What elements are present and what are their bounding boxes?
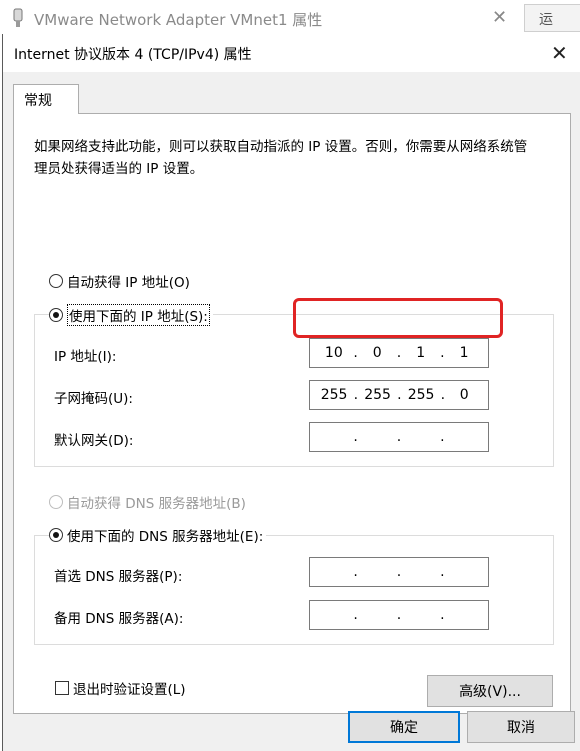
background-side-button[interactable]: 运 <box>524 4 580 32</box>
ip-dot: . <box>396 607 402 623</box>
ip-dot: . <box>396 345 402 361</box>
ip-dot: . <box>397 387 402 403</box>
auto-dns-option[interactable]: 自动获得 DNS 服务器地址(B) <box>49 492 246 512</box>
mask-octet-3: 255 <box>407 387 435 403</box>
ip-dot: . <box>440 429 445 445</box>
auto-dns-radio[interactable] <box>49 495 63 509</box>
validate-checkbox[interactable] <box>55 681 69 695</box>
ok-button[interactable]: 确定 <box>348 711 460 743</box>
manual-ip-radio[interactable] <box>49 308 63 322</box>
ip-dot: . <box>353 564 358 580</box>
subnet-mask-field[interactable]: 255. 255. 255. 0 <box>309 380 489 410</box>
alternate-dns-label: 备用 DNS 服务器(A): <box>54 611 184 627</box>
network-adapter-icon <box>13 8 23 27</box>
ip-dot: . <box>440 387 446 403</box>
ip-dot: . <box>396 564 402 580</box>
auto-ip-option[interactable]: 自动获得 IP 地址(O) <box>49 271 190 291</box>
dialog-titlebar: Internet 协议版本 4 (TCP/IPv4) 属性 ✕ <box>3 34 580 72</box>
ip-dot: . <box>440 607 445 623</box>
ip-dot: . <box>440 345 445 361</box>
subnet-mask-label: 子网掩码(U): <box>54 391 133 407</box>
default-gateway-field[interactable]: . . . <box>309 422 489 452</box>
auto-ip-radio[interactable] <box>49 274 63 288</box>
validate-option[interactable]: 退出时验证设置(L) <box>55 678 186 698</box>
ip-dot: . <box>440 564 445 580</box>
alternate-dns-field[interactable]: . . . <box>309 600 489 630</box>
manual-ip-option[interactable]: 使用下面的 IP 地址(S): <box>49 304 213 326</box>
mask-octet-2: 255 <box>364 387 391 403</box>
manual-dns-radio[interactable] <box>49 528 63 542</box>
manual-dns-option[interactable]: 使用下面的 DNS 服务器地址(E): <box>49 525 267 545</box>
ip-octet-1: 10 <box>324 345 343 361</box>
ip-octet-2: 0 <box>372 345 382 361</box>
preferred-dns-field[interactable]: . . . <box>309 557 489 587</box>
ip-octet-4: 1 <box>459 345 469 361</box>
cancel-button[interactable]: 取消 <box>467 711 575 743</box>
ip-dot: . <box>353 607 358 623</box>
mask-octet-4: 0 <box>459 387 469 403</box>
ip-dot: . <box>353 345 358 361</box>
mask-octet-1: 255 <box>320 387 348 403</box>
auto-ip-label: 自动获得 IP 地址(O) <box>67 275 190 291</box>
close-icon[interactable]: ✕ <box>551 41 568 65</box>
default-gateway-label: 默认网关(D): <box>54 433 134 449</box>
background-close-icon[interactable]: ✕ <box>492 7 507 28</box>
advanced-button[interactable]: 高级(V)... <box>427 675 553 707</box>
ip-dot: . <box>353 429 358 445</box>
auto-dns-label: 自动获得 DNS 服务器地址(B) <box>67 496 246 512</box>
ip-dot: . <box>353 387 359 403</box>
ip-address-highlight <box>293 298 503 338</box>
ip-address-field[interactable]: 10. 0. 1. 1 <box>309 338 489 368</box>
preferred-dns-label: 首选 DNS 服务器(P): <box>54 569 183 585</box>
ipv4-properties-dialog: Internet 协议版本 4 (TCP/IPv4) 属性 ✕ 常规 如果网络支… <box>2 34 580 751</box>
tab-general[interactable]: 常规 <box>13 84 79 114</box>
ip-address-label: IP 地址(I): <box>54 349 117 365</box>
validate-label: 退出时验证设置(L) <box>73 682 186 698</box>
dialog-title: Internet 协议版本 4 (TCP/IPv4) 属性 <box>14 47 252 63</box>
manual-ip-label: 使用下面的 IP 地址(S): <box>67 304 210 326</box>
background-window-title: VMware Network Adapter VMnet1 属性 <box>34 11 323 29</box>
manual-dns-label: 使用下面的 DNS 服务器地址(E): <box>67 529 264 545</box>
ip-octet-3: 1 <box>416 345 426 361</box>
general-panel: 如果网络支持此功能，则可以获取自动指派的 IP 设置。否则，你需要从网络系统管理… <box>13 113 571 714</box>
description-text: 如果网络支持此功能，则可以获取自动指派的 IP 设置。否则，你需要从网络系统管理… <box>34 139 528 177</box>
background-titlebar: VMware Network Adapter VMnet1 属性 ✕ <box>0 0 580 36</box>
ip-dot: . <box>396 429 402 445</box>
